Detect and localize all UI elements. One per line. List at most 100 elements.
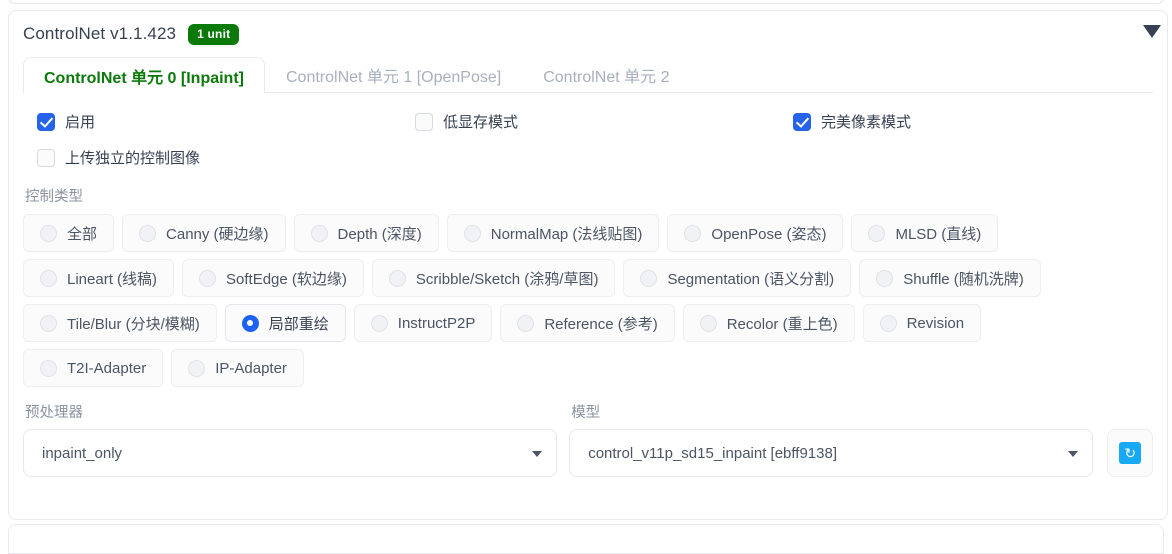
control-type-mlsd[interactable]: MLSD (直线) bbox=[851, 214, 999, 252]
control-type-label-text: Reference (参考) bbox=[544, 315, 658, 333]
preprocessor-label: 预处理器 bbox=[25, 405, 83, 421]
control-type-revision[interactable]: Revision bbox=[862, 304, 982, 342]
control-type-label-text: SoftEdge (软边缘) bbox=[226, 270, 347, 288]
controlnet-tabs: ControlNet 单元 0 [Inpaint] ControlNet 单元 … bbox=[23, 57, 1153, 93]
preprocessor-dropdown[interactable]: inpaint_only bbox=[23, 429, 558, 477]
control-type-softedge[interactable]: SoftEdge (软边缘) bbox=[182, 259, 364, 297]
outer-panel-top-edge bbox=[8, 0, 1164, 4]
radio-dot-icon bbox=[876, 269, 894, 287]
page-title: ControlNet v1.1.423 bbox=[23, 24, 177, 43]
control-type-row: T2I-Adapter IP-Adapter bbox=[23, 349, 1153, 387]
checkbox-low-vram[interactable]: 低显存模式 bbox=[415, 111, 518, 132]
checkbox-label: 启用 bbox=[65, 114, 96, 131]
radio-dot-icon bbox=[40, 224, 57, 242]
radio-dot-icon bbox=[139, 224, 157, 242]
checkbox-label: 上传独立的控制图像 bbox=[65, 150, 201, 167]
control-type-label: 控制类型 bbox=[25, 189, 83, 205]
checkbox-pixel-perfect[interactable]: 完美像素模式 bbox=[793, 111, 911, 132]
next-panel-top-edge bbox=[8, 524, 1164, 554]
control-type-canny[interactable]: Canny (硬边缘) bbox=[122, 214, 286, 252]
control-type-scribble-sketch[interactable]: Scribble/Sketch (涂鸦/草图) bbox=[371, 259, 616, 297]
control-type-depth[interactable]: Depth (深度) bbox=[293, 214, 439, 252]
control-type-label-text: T2I-Adapter bbox=[67, 359, 147, 377]
control-type-label-text: Recolor (重上色) bbox=[726, 315, 838, 333]
radio-dot-icon bbox=[40, 314, 57, 332]
tab-label: ControlNet 单元 1 [OpenPose] bbox=[286, 69, 502, 86]
radio-dot-icon bbox=[370, 314, 388, 332]
control-type-label-text: Lineart (线稿) bbox=[67, 270, 158, 288]
checkbox-label: 低显存模式 bbox=[443, 114, 519, 131]
control-type-reference[interactable]: Reference (参考) bbox=[500, 304, 675, 342]
radio-dot-icon bbox=[310, 224, 328, 242]
radio-dot-icon bbox=[868, 224, 886, 242]
control-type-tile-blur[interactable]: Tile/Blur (分块/模糊) bbox=[23, 304, 217, 342]
control-type-radio-group: 全部 Canny (硬边缘) Depth (深度) NormalMap (法线贴… bbox=[23, 214, 1153, 387]
control-type-label-text: Tile/Blur (分块/模糊) bbox=[67, 315, 200, 333]
control-type-label-text: 局部重绘 bbox=[268, 315, 329, 333]
radio-dot-icon bbox=[40, 359, 57, 377]
refresh-models-button[interactable]: ↻ bbox=[1107, 429, 1154, 477]
chevron-down-icon bbox=[1068, 451, 1079, 457]
chevron-down-icon bbox=[532, 451, 543, 457]
control-type-instructp2p[interactable]: InstructP2P bbox=[353, 304, 493, 342]
control-type-label-text: NormalMap (法线贴图) bbox=[490, 225, 643, 243]
control-type-label-text: Shuffle (随机洗牌) bbox=[903, 270, 1024, 288]
unit-count-badge: 1 unit bbox=[188, 23, 240, 45]
control-type-label-text: Depth (深度) bbox=[337, 225, 422, 243]
radio-dot-icon bbox=[199, 269, 217, 287]
radio-dot-icon bbox=[463, 224, 481, 242]
checkbox-label: 完美像素模式 bbox=[821, 114, 912, 131]
tab-controlnet-unit-2[interactable]: ControlNet 单元 2 bbox=[522, 57, 690, 92]
refresh-icon: ↻ bbox=[1119, 442, 1142, 464]
control-type-label-text: OpenPose (姿态) bbox=[711, 225, 827, 243]
preprocessor-field: 预处理器 inpaint_only bbox=[23, 401, 558, 477]
controlnet-panel: ControlNet v1.1.423 1 unit ControlNet 单元… bbox=[8, 10, 1168, 520]
control-type-label-text: Scribble/Sketch (涂鸦/草图) bbox=[415, 270, 599, 288]
control-type-lineart[interactable]: Lineart (线稿) bbox=[23, 259, 175, 297]
model-value: control_v11p_sd15_inpaint [ebff9138] bbox=[588, 444, 837, 462]
control-type-segmentation[interactable]: Segmentation (语义分割) bbox=[623, 259, 852, 297]
control-type-normalmap[interactable]: NormalMap (法线贴图) bbox=[446, 214, 660, 252]
model-selection-area: 预处理器 inpaint_only 模型 control_v11p_sd15_i… bbox=[23, 401, 1154, 477]
control-type-t2i-adapter[interactable]: T2I-Adapter bbox=[23, 349, 164, 387]
preprocessor-value: inpaint_only bbox=[42, 444, 123, 462]
control-type-recolor[interactable]: Recolor (重上色) bbox=[682, 304, 855, 342]
tab-label: ControlNet 单元 0 [Inpaint] bbox=[44, 69, 244, 87]
radio-dot-icon bbox=[879, 314, 897, 332]
radio-dot-icon bbox=[388, 269, 406, 287]
radio-dot-icon bbox=[188, 359, 206, 377]
triangle-down-icon[interactable] bbox=[1143, 25, 1161, 38]
radio-dot-icon-selected bbox=[241, 314, 259, 332]
checkbox-box-icon bbox=[37, 148, 55, 167]
model-field: 模型 control_v11p_sd15_inpaint [ebff9138] bbox=[569, 401, 1094, 477]
checkbox-box-icon bbox=[793, 112, 811, 131]
radio-dot-icon bbox=[40, 269, 57, 287]
radio-dot-icon bbox=[684, 224, 702, 242]
checkbox-enable[interactable]: 启用 bbox=[37, 111, 95, 132]
radio-dot-icon bbox=[517, 314, 535, 332]
control-type-ip-adapter[interactable]: IP-Adapter bbox=[171, 349, 304, 387]
control-type-label-text: Canny (硬边缘) bbox=[166, 225, 269, 243]
checkbox-row-primary: 启用 低显存模式 完美像素模式 bbox=[23, 107, 1153, 145]
control-type-label-text: InstructP2P bbox=[397, 314, 476, 332]
control-type-label-text: Revision bbox=[906, 314, 965, 332]
control-type-row: 全部 Canny (硬边缘) Depth (深度) NormalMap (法线贴… bbox=[23, 214, 1153, 252]
checkbox-row-secondary: 上传独立的控制图像 bbox=[23, 145, 1153, 181]
control-type-row: Lineart (线稿) SoftEdge (软边缘) Scribble/Ske… bbox=[23, 259, 1153, 297]
control-type-label-text: 全部 bbox=[67, 225, 98, 243]
tab-controlnet-unit-1[interactable]: ControlNet 单元 1 [OpenPose] bbox=[265, 57, 522, 92]
control-type-shuffle[interactable]: Shuffle (随机洗牌) bbox=[859, 259, 1041, 297]
control-type-label-text: Segmentation (语义分割) bbox=[667, 270, 835, 288]
checkbox-box-icon bbox=[37, 112, 55, 131]
controlnet-header: ControlNet v1.1.423 1 unit bbox=[9, 11, 1167, 57]
controlnet-body: 启用 低显存模式 完美像素模式 上传独立的控制图像 控制类型 全部 Canny … bbox=[9, 93, 1167, 477]
model-dropdown[interactable]: control_v11p_sd15_inpaint [ebff9138] bbox=[569, 429, 1094, 477]
control-type-inpaint[interactable]: 局部重绘 bbox=[224, 304, 346, 342]
control-type-all[interactable]: 全部 bbox=[23, 214, 115, 252]
tab-controlnet-unit-0[interactable]: ControlNet 单元 0 [Inpaint] bbox=[23, 57, 265, 93]
radio-dot-icon bbox=[640, 269, 658, 287]
control-type-openpose[interactable]: OpenPose (姿态) bbox=[667, 214, 844, 252]
radio-dot-icon bbox=[699, 314, 717, 332]
model-label: 模型 bbox=[571, 405, 601, 421]
checkbox-upload-independent-control-image[interactable]: 上传独立的控制图像 bbox=[37, 147, 200, 168]
